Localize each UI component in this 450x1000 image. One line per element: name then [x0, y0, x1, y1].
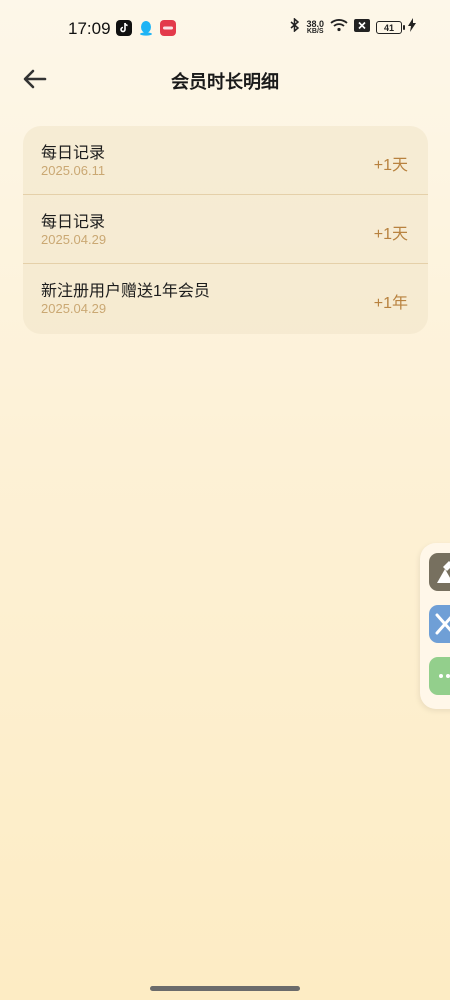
status-right: 38.0 KB/S 41 [290, 17, 416, 37]
more-icon [429, 674, 450, 695]
record-value: +1天 [373, 157, 408, 174]
page-header: 会员时长明细 [0, 58, 450, 104]
qq-icon [138, 20, 154, 36]
more-button[interactable] [429, 657, 450, 695]
list-item[interactable]: 每日记录 2025.06.11 +1天 [23, 126, 428, 195]
assistant-icon [429, 561, 450, 591]
net-speed: 38.0 KB/S [306, 18, 324, 35]
floating-side-dock [420, 543, 450, 709]
membership-record-list: 每日记录 2025.06.11 +1天 每日记录 2025.04.29 +1天 … [23, 126, 428, 334]
record-date: 2025.04.29 [41, 232, 107, 247]
list-item[interactable]: 每日记录 2025.04.29 +1天 [23, 195, 428, 264]
list-item[interactable]: 新注册用户赠送1年会员 2025.04.29 +1年 [23, 264, 428, 334]
bluetooth-icon [290, 17, 300, 37]
charging-icon [408, 18, 416, 37]
status-bar: 17:09 38.0 KB/S 41 [0, 0, 450, 58]
red-app-icon [160, 20, 176, 36]
tools-icon [429, 613, 450, 643]
assistant-button[interactable] [429, 553, 450, 591]
record-value: +1天 [373, 226, 408, 243]
status-time: 17:09 [68, 19, 111, 38]
wifi-icon [330, 18, 348, 37]
page-title: 会员时长明细 [171, 72, 279, 92]
record-name: 新注册用户赠送1年会员 [41, 283, 210, 300]
record-name: 每日记录 [41, 145, 106, 162]
home-indicator[interactable] [150, 986, 300, 991]
tools-button[interactable] [429, 605, 450, 643]
battery-icon: 41 [376, 21, 405, 34]
tiktok-icon [116, 20, 132, 36]
record-value: +1年 [373, 295, 408, 312]
record-date: 2025.04.29 [41, 301, 107, 316]
record-name: 每日记录 [41, 214, 106, 231]
sim-off-icon [354, 18, 370, 37]
record-date: 2025.06.11 [41, 163, 106, 178]
